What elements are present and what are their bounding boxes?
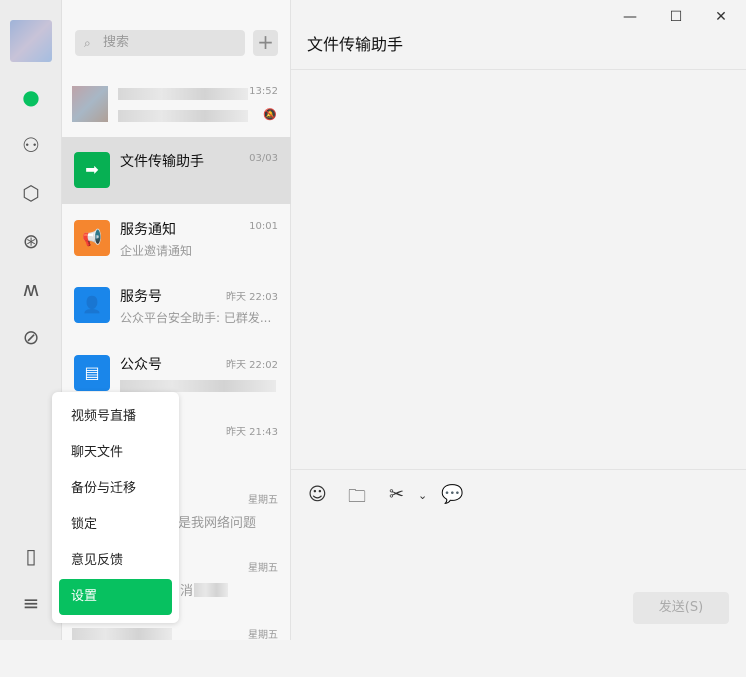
blurred-avatar bbox=[72, 86, 108, 122]
list-item[interactable]: 📢 服务通知 10:01 企业邀请通知 bbox=[62, 205, 291, 272]
channels-icon[interactable]: ʍ bbox=[18, 276, 44, 302]
chat-time: 昨天 22:02 bbox=[226, 360, 278, 371]
contacts-icon[interactable]: ⚇ bbox=[18, 132, 44, 158]
page-title: 文件传输助手 bbox=[307, 35, 404, 54]
chat-time: 星期五 bbox=[248, 563, 278, 574]
chat-name: 文件传输助手 bbox=[120, 154, 204, 170]
chat-time: 昨天 21:43 bbox=[226, 427, 278, 438]
list-item[interactable]: 👤 服务号 昨天 22:03 公众平台安全助手: 已群发... bbox=[62, 272, 291, 339]
chat-icon[interactable]: ● bbox=[18, 84, 44, 110]
search-icon: ⌕ bbox=[84, 36, 91, 50]
chat-time: 10:01 bbox=[249, 221, 278, 232]
chat-time: 03/03 bbox=[249, 153, 278, 164]
minimize-button[interactable]: — bbox=[617, 6, 643, 28]
phone-icon[interactable]: ▯ bbox=[18, 543, 44, 569]
composer[interactable]: ☺ 🗀 ✂ ⌄ 💬 发送(S) bbox=[291, 469, 746, 640]
chat-time: 昨天 22:03 bbox=[226, 292, 278, 303]
folder-icon[interactable]: 🗀 bbox=[348, 484, 366, 514]
chat-name: 公众号 bbox=[120, 357, 162, 373]
list-item[interactable]: ➡ 文件传输助手 03/03 bbox=[62, 137, 291, 204]
blurred-name bbox=[118, 88, 248, 100]
menu-item-live[interactable]: 视频号直播 bbox=[59, 399, 172, 435]
maximize-button[interactable]: ☐ bbox=[663, 6, 689, 28]
chat-pane: 文件传输助手 — ☐ ✕ ☺ 🗀 ✂ ⌄ 💬 发送(S) bbox=[291, 0, 746, 640]
chat-bubble-icon[interactable]: 💬 bbox=[441, 484, 463, 505]
chat-time: 星期五 bbox=[248, 630, 278, 641]
chat-preview: 公众平台安全助手: 已群发... bbox=[120, 311, 272, 325]
person-icon: 👤 bbox=[74, 287, 110, 323]
blurred-name bbox=[72, 628, 172, 640]
menu-item-chat-files[interactable]: 聊天文件 bbox=[59, 435, 172, 471]
chat-header: 文件传输助手 — ☐ ✕ bbox=[291, 0, 746, 70]
send-button[interactable]: 发送(S) bbox=[633, 592, 729, 624]
menu-icon[interactable]: ≡ bbox=[18, 590, 44, 616]
blurred-preview bbox=[120, 380, 276, 392]
scissors-icon[interactable]: ✂ bbox=[389, 484, 404, 505]
menu-item-feedback[interactable]: 意见反馈 bbox=[59, 543, 172, 579]
search-web-icon[interactable]: ⊘ bbox=[18, 324, 44, 350]
menu-item-lock[interactable]: 锁定 bbox=[59, 507, 172, 543]
more-menu: 视频号直播 聊天文件 备份与迁移 锁定 意见反馈 设置 bbox=[52, 392, 179, 623]
chat-preview: 是我网络问题 bbox=[178, 516, 257, 531]
close-button[interactable]: ✕ bbox=[708, 6, 734, 28]
megaphone-icon: 📢 bbox=[74, 220, 110, 256]
menu-item-settings[interactable]: 设置 bbox=[59, 579, 172, 615]
menu-item-backup[interactable]: 备份与迁移 bbox=[59, 471, 172, 507]
emoji-icon[interactable]: ☺ bbox=[308, 484, 327, 505]
blurred-preview bbox=[118, 110, 248, 122]
add-button[interactable]: + bbox=[253, 30, 278, 56]
search-input[interactable]: ⌕ 搜索 bbox=[75, 30, 245, 56]
chat-time: 13:52 bbox=[249, 86, 278, 97]
chat-name: 服务通知 bbox=[120, 222, 176, 238]
moments-icon[interactable]: ⊛ bbox=[18, 228, 44, 254]
chat-time: 星期五 bbox=[248, 495, 278, 506]
favorites-cube-icon[interactable]: ⬡ bbox=[18, 180, 44, 206]
mute-bell-icon: 🔕 bbox=[263, 108, 277, 121]
chat-name: 服务号 bbox=[120, 289, 162, 305]
chevron-down-icon[interactable]: ⌄ bbox=[418, 489, 427, 502]
list-item[interactable]: 13:52 🔕 bbox=[62, 70, 291, 137]
avatar[interactable] bbox=[10, 20, 52, 62]
chat-preview: 消 bbox=[180, 584, 194, 599]
file-transfer-icon: ➡ bbox=[74, 152, 110, 188]
blurred-preview bbox=[194, 583, 228, 597]
document-icon: ▤ bbox=[74, 355, 110, 391]
search-placeholder: 搜索 bbox=[103, 35, 130, 50]
chat-preview: 企业邀请通知 bbox=[120, 244, 193, 258]
